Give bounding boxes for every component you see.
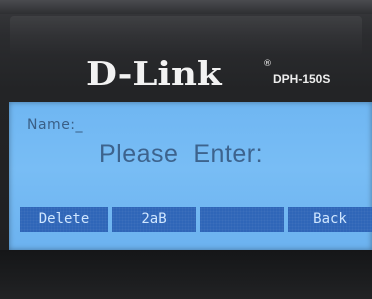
brand-area: D-Link ® DPH-150S [0,54,372,93]
enter-prompt: Please Enter: [99,140,264,168]
phone-body: D-Link ® DPH-150S Name:_ Please Enter: D… [0,0,372,299]
model-label: DPH-150S [273,72,331,86]
softkey-back[interactable]: Back [288,207,372,232]
softkey-delete[interactable]: Delete [20,207,108,232]
bezel-gloss [10,16,362,56]
phone-top-edge [0,0,372,14]
softkey-empty[interactable] [200,207,284,232]
bottom-bezel [0,250,372,299]
lcd-screen: Name:_ Please Enter: Delete 2aB Back [9,102,372,250]
brand-logo: D-Link [86,54,222,93]
softkey-bar: Delete 2aB Back [20,207,372,232]
softkey-input-mode[interactable]: 2aB [112,207,196,232]
registered-mark: ® [263,59,272,69]
name-field-label: Name:_ [27,117,84,133]
